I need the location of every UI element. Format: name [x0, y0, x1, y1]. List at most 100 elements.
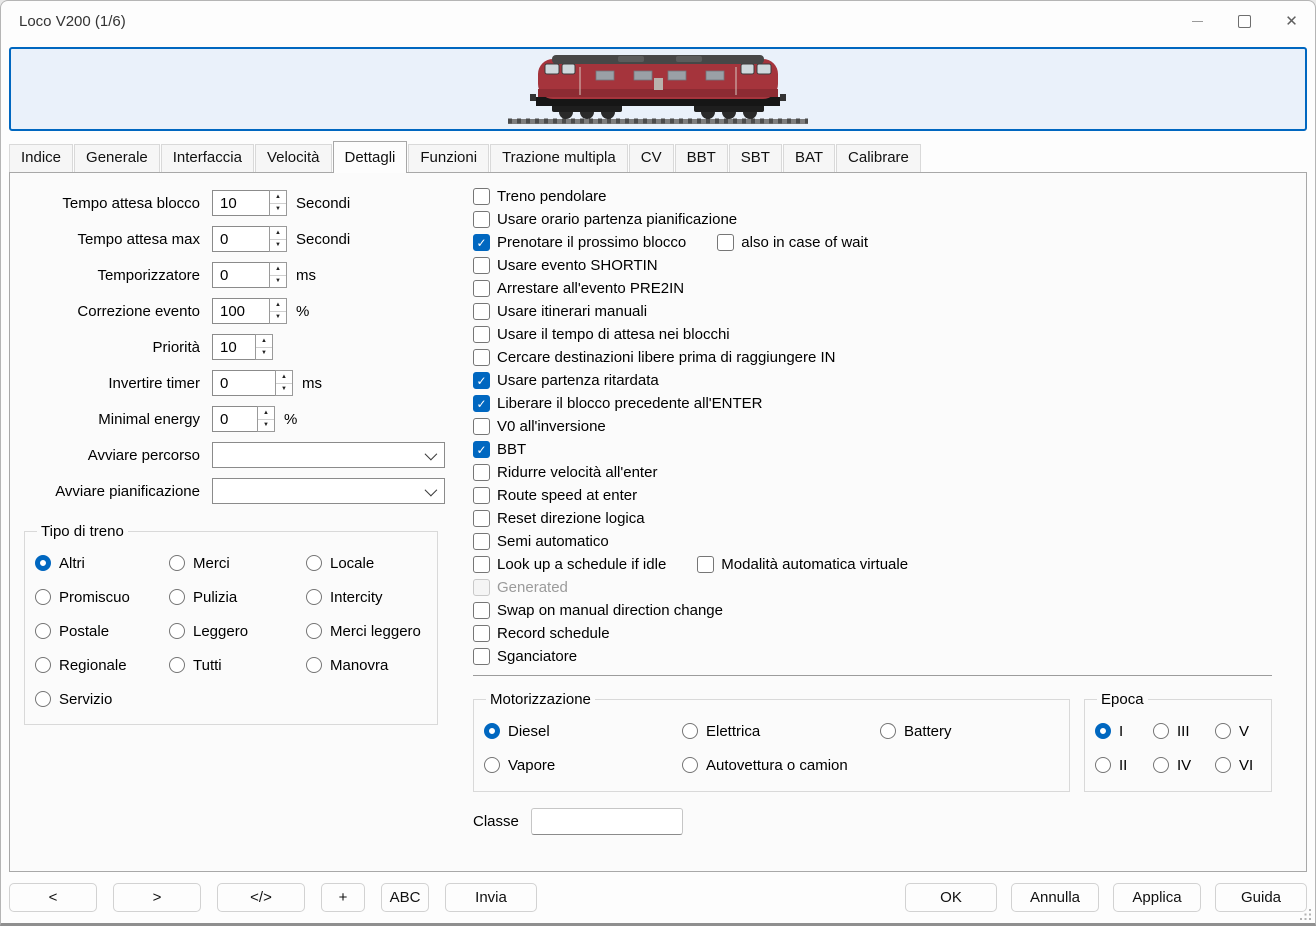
sganciatore-label[interactable]: Sganciatore	[497, 648, 577, 665]
usare-orario-partenza-pianificazione-label[interactable]: Usare orario partenza pianificazione	[497, 211, 737, 228]
tab-funzioni[interactable]: Funzioni	[408, 144, 489, 172]
minimize-button[interactable]	[1174, 1, 1221, 41]
tab-indice[interactable]: Indice	[9, 144, 73, 172]
spin-up-icon[interactable]: ▲	[270, 191, 286, 204]
guida-button[interactable]: Guida	[1215, 883, 1307, 912]
train-type-option-tutti[interactable]: Tutti	[169, 654, 306, 676]
bbt-label[interactable]: BBT	[497, 441, 526, 458]
look-up-a-schedule-if-idle-checkbox[interactable]	[473, 556, 490, 573]
train-type-option-postale[interactable]: Postale	[35, 620, 169, 642]
minimal-energy-value[interactable]: 0	[212, 406, 258, 432]
record-schedule-checkbox[interactable]	[473, 625, 490, 642]
radio-icon[interactable]	[682, 723, 698, 739]
priorit-spinner[interactable]: 10▲▼	[212, 334, 273, 360]
radio-icon[interactable]	[1153, 723, 1169, 739]
invertire-timer-spinner[interactable]: 0▲▼	[212, 370, 293, 396]
semi-automatico-checkbox[interactable]	[473, 533, 490, 550]
usare-partenza-ritardata-label[interactable]: Usare partenza ritardata	[497, 372, 659, 389]
resize-grip-icon[interactable]	[1299, 908, 1312, 921]
annulla-button[interactable]: Annulla	[1011, 883, 1099, 912]
epoch-option-ii[interactable]: II	[1095, 754, 1153, 776]
avviare-percorso-combobox[interactable]	[212, 442, 445, 468]
train-type-option-intercity[interactable]: Intercity	[306, 586, 437, 608]
radio-icon[interactable]	[169, 555, 185, 571]
radio-icon[interactable]	[484, 723, 500, 739]
reset-direzione-logica-label[interactable]: Reset direzione logica	[497, 510, 645, 527]
motor-option-elettrica[interactable]: Elettrica	[682, 720, 880, 742]
epoch-option-iii[interactable]: III	[1153, 720, 1215, 742]
radio-icon[interactable]	[1215, 723, 1231, 739]
tab-dettagli[interactable]: Dettagli	[333, 141, 408, 173]
classe-input[interactable]	[531, 808, 683, 835]
usare-partenza-ritardata-checkbox[interactable]	[473, 372, 490, 389]
spin-up-icon[interactable]: ▲	[276, 371, 292, 384]
prenotare-il-prossimo-blocco-label[interactable]: Prenotare il prossimo blocco	[497, 234, 686, 251]
spin-down-icon[interactable]: ▼	[270, 312, 286, 324]
tab-generale[interactable]: Generale	[74, 144, 160, 172]
spin-down-icon[interactable]: ▼	[270, 276, 286, 288]
radio-icon[interactable]	[35, 589, 51, 605]
semi-automatico-label[interactable]: Semi automatico	[497, 533, 609, 550]
usare-orario-partenza-pianificazione-checkbox[interactable]	[473, 211, 490, 228]
next-button[interactable]: >	[113, 883, 201, 912]
close-button[interactable]: ✕	[1268, 1, 1315, 41]
temporizzatore-value[interactable]: 0	[212, 262, 270, 288]
modalit-automatica-virtuale-label[interactable]: Modalità automatica virtuale	[721, 556, 908, 573]
motor-option-diesel[interactable]: Diesel	[484, 720, 682, 742]
usare-itinerari-manuali-checkbox[interactable]	[473, 303, 490, 320]
correzione-evento-value[interactable]: 100	[212, 298, 270, 324]
v0-all-inversione-checkbox[interactable]	[473, 418, 490, 435]
spin-down-icon[interactable]: ▼	[270, 240, 286, 252]
radio-icon[interactable]	[1215, 757, 1231, 773]
usare-il-tempo-di-attesa-nei-blocchi-label[interactable]: Usare il tempo di attesa nei blocchi	[497, 326, 730, 343]
applica-button[interactable]: Applica	[1113, 883, 1201, 912]
swap-on-manual-direction-change-checkbox[interactable]	[473, 602, 490, 619]
invertire-timer-value[interactable]: 0	[212, 370, 276, 396]
code-button[interactable]: </>	[217, 883, 305, 912]
train-type-option-manovra[interactable]: Manovra	[306, 654, 437, 676]
prenotare-il-prossimo-blocco-checkbox[interactable]	[473, 234, 490, 251]
invia-button[interactable]: Invia	[445, 883, 537, 912]
look-up-a-schedule-if-idle-label[interactable]: Look up a schedule if idle	[497, 556, 666, 573]
spin-down-icon[interactable]: ▼	[276, 384, 292, 396]
train-type-option-promiscuo[interactable]: Promiscuo	[35, 586, 169, 608]
radio-icon[interactable]	[35, 555, 51, 571]
priorit-value[interactable]: 10	[212, 334, 256, 360]
epoch-option-vi[interactable]: VI	[1215, 754, 1271, 776]
tempo-attesa-max-value[interactable]: 0	[212, 226, 270, 252]
usare-evento-shortin-label[interactable]: Usare evento SHORTIN	[497, 257, 658, 274]
minimal-energy-spinner[interactable]: 0▲▼	[212, 406, 275, 432]
radio-icon[interactable]	[1095, 757, 1111, 773]
cercare-destinazioni-libere-prima-di-raggiungere-in-label[interactable]: Cercare destinazioni libere prima di rag…	[497, 349, 836, 366]
usare-itinerari-manuali-label[interactable]: Usare itinerari manuali	[497, 303, 647, 320]
spin-up-icon[interactable]: ▲	[270, 299, 286, 312]
train-type-option-leggero[interactable]: Leggero	[169, 620, 306, 642]
sganciatore-checkbox[interactable]	[473, 648, 490, 665]
spin-up-icon[interactable]: ▲	[270, 263, 286, 276]
ok-button[interactable]: OK	[905, 883, 997, 912]
reset-direzione-logica-checkbox[interactable]	[473, 510, 490, 527]
swap-on-manual-direction-change-label[interactable]: Swap on manual direction change	[497, 602, 723, 619]
radio-icon[interactable]	[1153, 757, 1169, 773]
avviare-pianificazione-combobox[interactable]	[212, 478, 445, 504]
route-speed-at-enter-checkbox[interactable]	[473, 487, 490, 504]
train-type-option-pulizia[interactable]: Pulizia	[169, 586, 306, 608]
cercare-destinazioni-libere-prima-di-raggiungere-in-checkbox[interactable]	[473, 349, 490, 366]
maximize-button[interactable]	[1221, 1, 1268, 41]
radio-icon[interactable]	[484, 757, 500, 773]
motor-option-vapore[interactable]: Vapore	[484, 754, 682, 776]
spin-down-icon[interactable]: ▼	[258, 420, 274, 432]
tab-velocit[interactable]: Velocità	[255, 144, 332, 172]
radio-icon[interactable]	[169, 623, 185, 639]
radio-icon[interactable]	[682, 757, 698, 773]
radio-icon[interactable]	[306, 657, 322, 673]
tab-cv[interactable]: CV	[629, 144, 674, 172]
radio-icon[interactable]	[306, 589, 322, 605]
radio-icon[interactable]	[35, 623, 51, 639]
prev-button[interactable]: <	[9, 883, 97, 912]
usare-il-tempo-di-attesa-nei-blocchi-checkbox[interactable]	[473, 326, 490, 343]
train-type-option-altri[interactable]: Altri	[35, 552, 169, 574]
train-type-option-locale[interactable]: Locale	[306, 552, 437, 574]
spin-down-icon[interactable]: ▼	[270, 204, 286, 216]
radio-icon[interactable]	[1095, 723, 1111, 739]
